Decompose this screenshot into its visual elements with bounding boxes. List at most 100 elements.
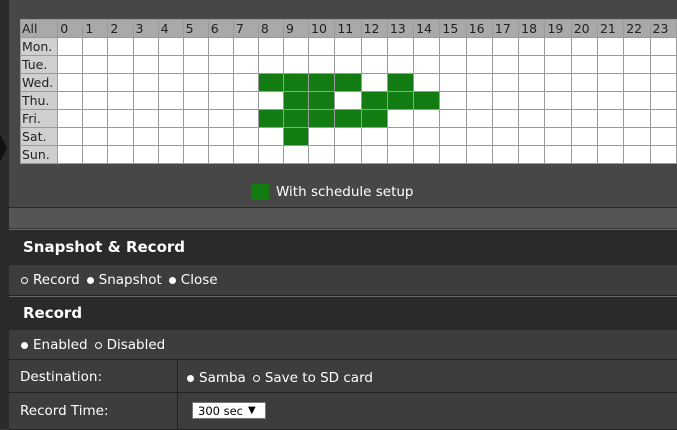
schedule-cell[interactable]: [649, 127, 677, 146]
radio-disabled[interactable]: Disabled: [94, 337, 165, 353]
schedule-cell[interactable]: [649, 109, 677, 128]
schedule-cell[interactable]: [360, 145, 388, 164]
schedule-cell[interactable]: [57, 55, 84, 74]
radio-enabled[interactable]: Enabled: [21, 337, 88, 353]
day-label[interactable]: Thu.: [19, 91, 59, 110]
hour-header[interactable]: 21: [596, 19, 625, 38]
schedule-cell[interactable]: [386, 109, 415, 128]
schedule-cell[interactable]: [518, 73, 546, 92]
hour-header[interactable]: 15: [439, 19, 467, 38]
schedule-cell[interactable]: [207, 109, 234, 128]
schedule-cell[interactable]: [649, 91, 677, 110]
schedule-cell[interactable]: [282, 145, 310, 164]
hour-header[interactable]: 22: [623, 19, 651, 38]
schedule-cell[interactable]: [132, 55, 159, 74]
schedule-cell[interactable]: [82, 109, 109, 128]
hour-header[interactable]: 4: [157, 19, 184, 38]
schedule-cell[interactable]: [491, 55, 520, 74]
schedule-cell[interactable]: [282, 55, 310, 74]
hour-header[interactable]: 23: [649, 19, 677, 38]
schedule-cell[interactable]: [107, 109, 134, 128]
schedule-cell[interactable]: [623, 55, 651, 74]
collapse-handle-icon[interactable]: [0, 134, 7, 162]
schedule-cell[interactable]: [518, 109, 546, 128]
record-time-select[interactable]: 300 sec ▼: [192, 402, 266, 419]
schedule-cell[interactable]: [107, 73, 134, 92]
schedule-cell[interactable]: [439, 91, 467, 110]
schedule-cell[interactable]: [596, 37, 625, 56]
schedule-cell[interactable]: [413, 55, 441, 74]
schedule-cell[interactable]: [649, 55, 677, 74]
schedule-cell[interactable]: [334, 127, 362, 146]
schedule-cell[interactable]: [544, 145, 572, 164]
schedule-cell[interactable]: [257, 37, 284, 56]
schedule-cell[interactable]: [518, 37, 546, 56]
schedule-cell[interactable]: [157, 145, 184, 164]
schedule-cell[interactable]: [465, 73, 493, 92]
hour-header[interactable]: 6: [207, 19, 234, 38]
schedule-cell[interactable]: [465, 37, 493, 56]
schedule-cell[interactable]: [132, 109, 159, 128]
schedule-cell[interactable]: [465, 91, 493, 110]
schedule-cell[interactable]: [570, 145, 598, 164]
schedule-cell[interactable]: [360, 55, 388, 74]
schedule-cell[interactable]: [413, 145, 441, 164]
schedule-cell[interactable]: [207, 91, 234, 110]
schedule-cell[interactable]: [596, 55, 625, 74]
schedule-cell[interactable]: [57, 73, 84, 92]
schedule-cell[interactable]: [132, 145, 159, 164]
schedule-cell[interactable]: [107, 55, 134, 74]
schedule-cell[interactable]: [308, 55, 336, 74]
schedule-cell[interactable]: [649, 37, 677, 56]
hour-header[interactable]: 7: [232, 19, 259, 38]
schedule-cell[interactable]: [386, 91, 415, 110]
schedule-cell[interactable]: [132, 127, 159, 146]
hour-header[interactable]: 8: [257, 19, 284, 38]
schedule-cell[interactable]: [413, 37, 441, 56]
schedule-cell[interactable]: [518, 91, 546, 110]
schedule-cell[interactable]: [544, 109, 572, 128]
schedule-cell[interactable]: [596, 145, 625, 164]
schedule-cell[interactable]: [282, 73, 310, 92]
schedule-cell[interactable]: [82, 91, 109, 110]
schedule-cell[interactable]: [334, 91, 362, 110]
schedule-cell[interactable]: [596, 73, 625, 92]
schedule-cell[interactable]: [257, 145, 284, 164]
schedule-cell[interactable]: [360, 109, 388, 128]
schedule-cell[interactable]: [182, 73, 209, 92]
day-label[interactable]: Wed.: [19, 73, 59, 92]
radio-snapshot[interactable]: Snapshot: [86, 272, 162, 288]
schedule-cell[interactable]: [596, 127, 625, 146]
schedule-cell[interactable]: [57, 127, 84, 146]
schedule-cell[interactable]: [570, 127, 598, 146]
schedule-cell[interactable]: [157, 37, 184, 56]
schedule-cell[interactable]: [82, 127, 109, 146]
schedule-cell[interactable]: [439, 127, 467, 146]
schedule-cell[interactable]: [82, 55, 109, 74]
schedule-cell[interactable]: [334, 109, 362, 128]
schedule-cell[interactable]: [649, 73, 677, 92]
hour-header[interactable]: 19: [544, 19, 572, 38]
hour-header[interactable]: 1: [82, 19, 109, 38]
hour-header[interactable]: 2: [107, 19, 134, 38]
schedule-cell[interactable]: [257, 127, 284, 146]
hour-header[interactable]: 10: [308, 19, 336, 38]
day-label[interactable]: Tue.: [19, 55, 59, 74]
schedule-cell[interactable]: [132, 91, 159, 110]
schedule-cell[interactable]: [282, 37, 310, 56]
schedule-cell[interactable]: [386, 73, 415, 92]
schedule-cell[interactable]: [257, 109, 284, 128]
schedule-cell[interactable]: [182, 37, 209, 56]
schedule-cell[interactable]: [82, 73, 109, 92]
schedule-cell[interactable]: [413, 109, 441, 128]
schedule-cell[interactable]: [596, 91, 625, 110]
hour-header[interactable]: 14: [413, 19, 441, 38]
schedule-cell[interactable]: [257, 73, 284, 92]
schedule-cell[interactable]: [132, 73, 159, 92]
schedule-cell[interactable]: [360, 37, 388, 56]
schedule-cell[interactable]: [207, 145, 234, 164]
schedule-cell[interactable]: [232, 91, 259, 110]
schedule-cell[interactable]: [308, 91, 336, 110]
schedule-cell[interactable]: [491, 37, 520, 56]
schedule-cell[interactable]: [182, 145, 209, 164]
